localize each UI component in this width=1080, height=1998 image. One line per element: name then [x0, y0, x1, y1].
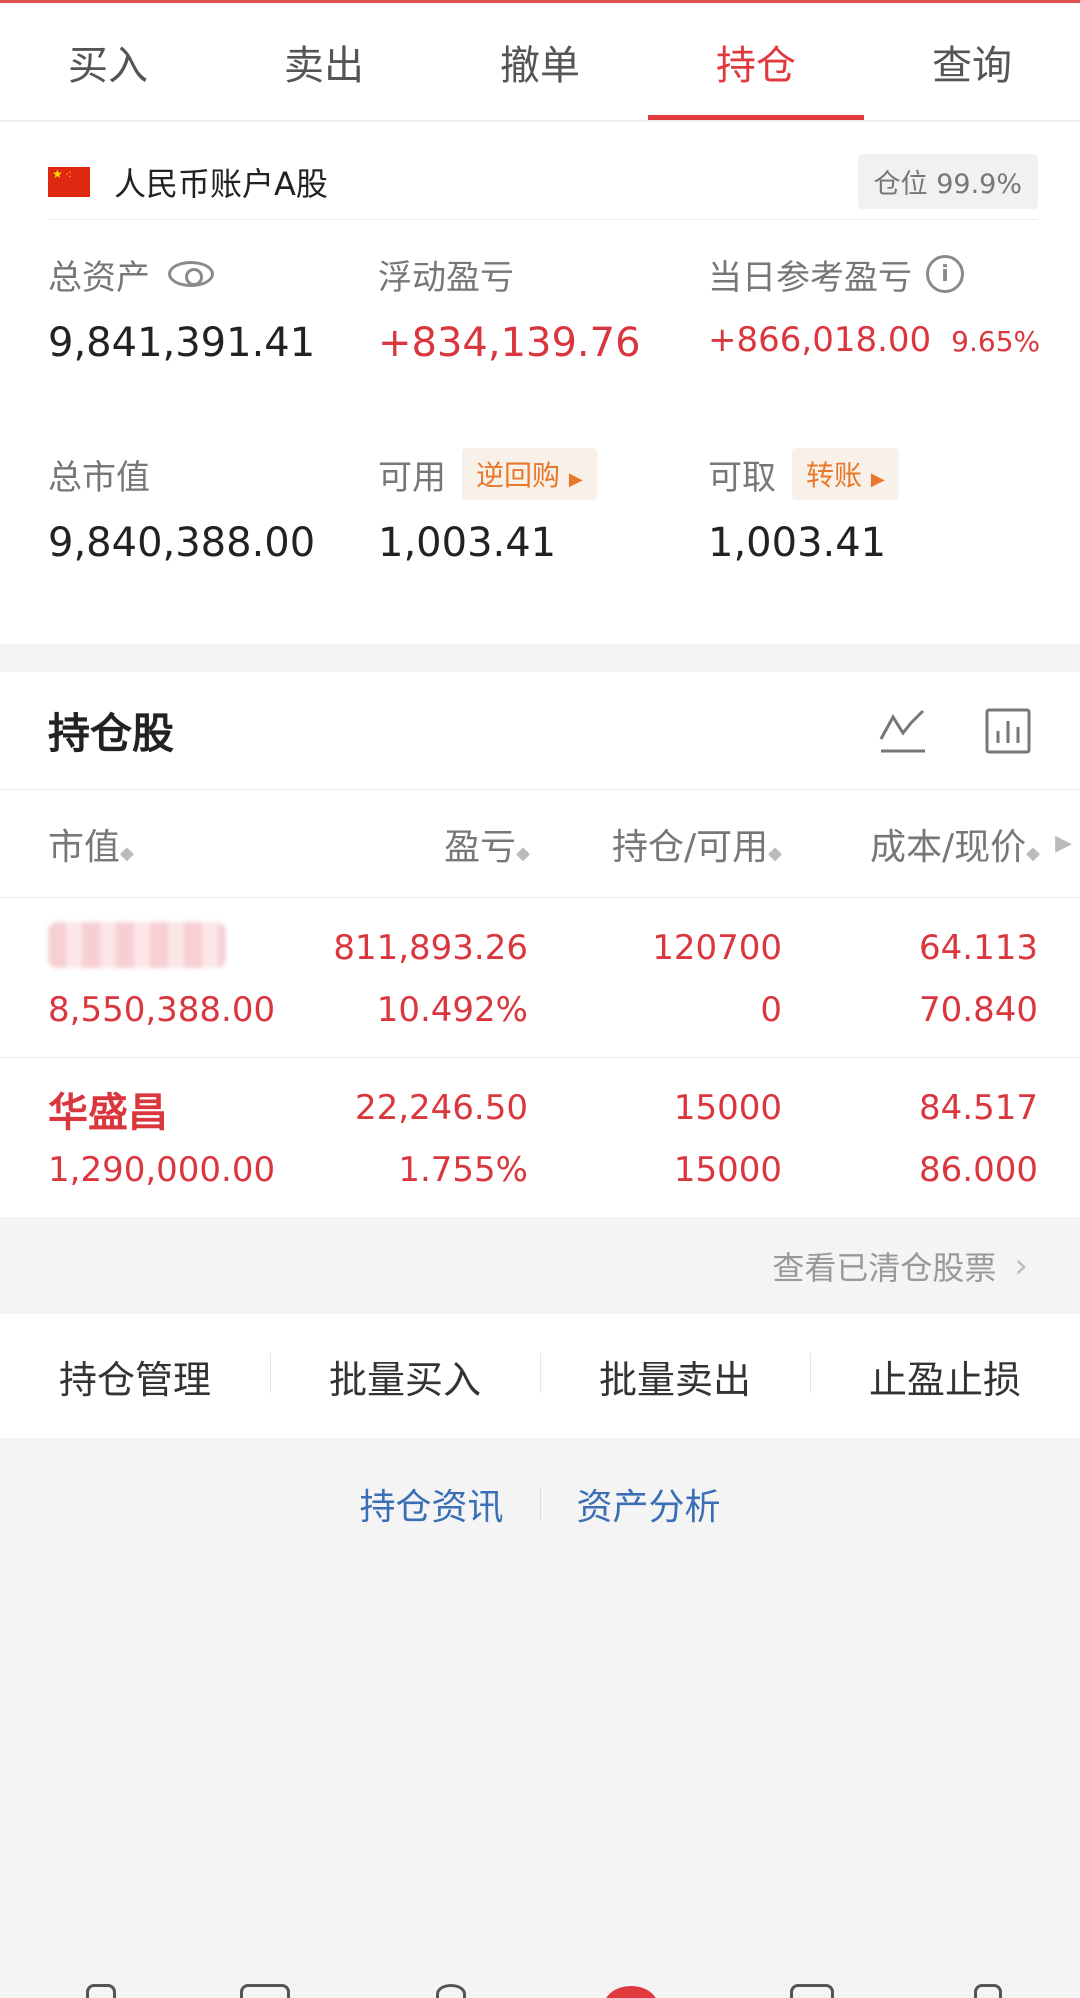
asset-analysis-link[interactable]: 资产分析 — [577, 1478, 721, 1530]
holding-cost: 64.113 — [919, 928, 1038, 968]
account-name: 人民币账户A股 — [114, 164, 328, 203]
holding-actions-bar: 持仓管理 批量买入 批量卖出 止盈止损 — [0, 1314, 1080, 1438]
floating-pnl: 浮动盈亏 +834,139.76 — [378, 252, 641, 367]
available: 可用 逆回购 ▶ 1,003.41 — [378, 448, 597, 566]
account-summary-card: 人民币账户A股 仓位 99.9% 总资产 9,841,391.41 浮动盈亏 +… — [0, 122, 1080, 644]
eye-icon[interactable] — [168, 261, 214, 287]
batch-buy-button[interactable]: 批量买入 — [270, 1349, 540, 1404]
tab-buy[interactable]: 买入 — [0, 3, 216, 120]
holdings-column-header: 市值◆ 盈亏◆ 持仓/可用◆ 成本/现价◆ ▶ — [0, 790, 1080, 898]
sort-icon: ◆ — [1026, 842, 1040, 864]
holding-position: 15000 — [673, 1088, 782, 1128]
sort-icon: ◆ — [120, 842, 134, 864]
account-row[interactable]: 人民币账户A股 仓位 99.9% — [48, 144, 1038, 220]
holding-news-link[interactable]: 持仓资讯 — [359, 1478, 503, 1530]
total-assets-label: 总资产 — [48, 257, 150, 298]
col-position[interactable]: 持仓/可用◆ — [612, 818, 782, 870]
holding-position: 120700 — [652, 928, 782, 968]
daily-pnl-value: +866,018.00 — [708, 320, 932, 360]
daily-pnl: 当日参考盈亏 i +866,018.00 9.65% — [708, 252, 1040, 360]
sort-icon: ◆ — [516, 842, 530, 864]
bottom-links: 持仓资讯 资产分析 — [0, 1478, 1080, 1530]
holding-stock-name: 华盛昌 — [48, 1090, 168, 1136]
bar-chart-icon[interactable] — [984, 707, 1032, 755]
holding-market-value: 8,550,388.00 — [48, 990, 276, 1030]
holding-row[interactable]: 8,550,388.00 811,893.26 10.492% 120700 0… — [0, 898, 1080, 1058]
china-flag-icon — [48, 166, 90, 197]
holding-available: 0 — [760, 990, 782, 1030]
withdrawable: 可取 转账 ▶ 1,003.41 — [708, 448, 899, 566]
tab-holdings[interactable]: 持仓 — [648, 3, 864, 120]
tab-sell[interactable]: 卖出 — [216, 3, 432, 120]
reverse-repo-button[interactable]: 逆回购 ▶ — [462, 448, 597, 500]
total-assets-value: 9,841,391.41 — [48, 320, 316, 366]
chevron-right-icon: › — [1014, 1246, 1028, 1286]
line-chart-icon[interactable] — [878, 707, 928, 755]
holding-price: 86.000 — [919, 1150, 1038, 1190]
daily-pnl-label: 当日参考盈亏 — [708, 257, 912, 298]
bottom-nav-bar — [0, 1972, 1080, 1998]
available-value: 1,003.41 — [378, 520, 557, 566]
holdings-section: 持仓股 市值◆ 盈亏◆ 持仓/可用◆ 成本/现价◆ ▶ 8,550,388.00… — [0, 672, 1080, 1217]
withdrawable-value: 1,003.41 — [708, 520, 887, 566]
col-pnl[interactable]: 盈亏◆ — [444, 818, 530, 870]
holding-pnl: 22,246.50 — [354, 1088, 528, 1128]
nav-profile-icon[interactable] — [974, 1984, 1002, 1998]
transfer-button[interactable]: 转账 ▶ — [792, 448, 899, 500]
blurred-stock-name — [48, 922, 226, 968]
nav-trade-icon[interactable] — [604, 1986, 658, 1998]
tab-query[interactable]: 查询 — [864, 3, 1080, 120]
market-value-value: 9,840,388.00 — [48, 520, 316, 566]
batch-sell-button[interactable]: 批量卖出 — [540, 1349, 810, 1404]
chevron-right-icon[interactable]: ▶ — [1055, 831, 1072, 856]
holdings-title: 持仓股 — [48, 709, 175, 758]
holding-price: 70.840 — [919, 990, 1038, 1030]
info-icon[interactable]: i — [926, 255, 964, 293]
sort-icon: ◆ — [768, 842, 782, 864]
holding-cost: 84.517 — [919, 1088, 1038, 1128]
view-cleared-stocks-label: 查看已清仓股票 — [772, 1249, 997, 1287]
total-assets: 总资产 9,841,391.41 — [48, 252, 316, 367]
nav-news-icon[interactable] — [790, 1984, 834, 1998]
reverse-repo-label: 逆回购 — [476, 459, 561, 492]
manage-holdings-button[interactable]: 持仓管理 — [0, 1349, 270, 1404]
col-market-value[interactable]: 市值◆ — [48, 818, 134, 870]
floating-pnl-label: 浮动盈亏 — [378, 257, 514, 298]
market-value: 总市值 9,840,388.00 — [48, 452, 316, 567]
market-value-label: 总市值 — [48, 457, 150, 498]
nav-home-icon[interactable] — [86, 1984, 116, 1998]
transfer-label: 转账 — [806, 459, 863, 492]
daily-pnl-pct: 9.65% — [951, 325, 1041, 358]
col-cost-price[interactable]: 成本/现价◆ — [870, 818, 1040, 870]
holding-pnl-pct: 10.492% — [376, 990, 528, 1030]
triangle-right-icon: ▶ — [870, 469, 885, 490]
available-label: 可用 — [378, 457, 446, 498]
holding-market-value: 1,290,000.00 — [48, 1150, 276, 1190]
holding-available: 15000 — [673, 1150, 782, 1190]
nav-user-icon[interactable] — [436, 1984, 466, 1998]
take-profit-stop-loss-button[interactable]: 止盈止损 — [810, 1349, 1080, 1404]
holding-pnl-pct: 1.755% — [398, 1150, 528, 1190]
tab-cancel[interactable]: 撤单 — [432, 3, 648, 120]
holding-pnl: 811,893.26 — [333, 928, 528, 968]
withdrawable-label: 可取 — [708, 457, 776, 498]
floating-pnl-value: +834,139.76 — [378, 320, 641, 366]
link-divider — [539, 1488, 541, 1520]
position-ratio-badge: 仓位 99.9% — [857, 154, 1038, 209]
holdings-header: 持仓股 — [0, 672, 1080, 790]
nav-market-icon[interactable] — [240, 1984, 290, 1998]
holding-row[interactable]: 华盛昌 1,290,000.00 22,246.50 1.755% 15000 … — [0, 1058, 1080, 1218]
view-cleared-stocks-link[interactable]: 查看已清仓股票 › — [0, 1218, 1080, 1314]
tab-bar: 买入 卖出 撤单 持仓 查询 — [0, 3, 1080, 121]
triangle-right-icon: ▶ — [568, 469, 583, 490]
